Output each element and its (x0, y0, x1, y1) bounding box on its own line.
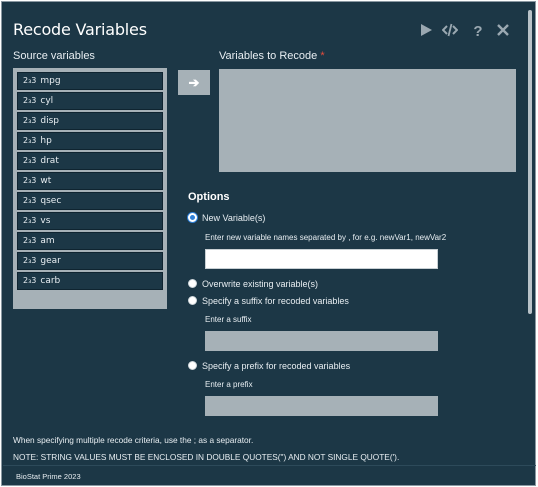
list-item-carb[interactable]: 2₃3 carb (17, 272, 163, 290)
list-item-drat[interactable]: 2₃3 drat (17, 152, 163, 170)
suffix-hint: Enter a suffix (205, 315, 252, 324)
numeric-type-icon: 2₃3 (23, 116, 37, 125)
list-item-disp[interactable]: 2₃3 disp (17, 112, 163, 130)
list-item-wt[interactable]: 2₃3 wt (17, 172, 163, 190)
footer-divider (3, 465, 536, 466)
source-variables-label: Source variables (13, 50, 95, 62)
numeric-type-icon: 2₃3 (23, 136, 37, 145)
svg-text:?: ? (473, 23, 482, 38)
radio-prefix[interactable] (188, 361, 197, 370)
new-variable-hint: Enter new variable names separated by , … (205, 233, 447, 242)
help-icon[interactable]: ? (470, 22, 486, 38)
numeric-type-icon: 2₃3 (23, 156, 37, 165)
options-heading: Options (188, 191, 230, 203)
footer-text: BioStat Prime 2023 (16, 472, 81, 481)
move-right-button[interactable]: ➔ (178, 70, 210, 95)
list-item-mpg[interactable]: 2₃3 mpg (17, 72, 163, 90)
radio-new-variable-label: New Variable(s) (202, 213, 266, 223)
radio-new-variable[interactable] (188, 213, 197, 222)
numeric-type-icon: 2₃3 (23, 216, 37, 225)
list-item-hp[interactable]: 2₃3 hp (17, 132, 163, 150)
prefix-input[interactable] (205, 396, 438, 416)
prefix-hint: Enter a prefix (205, 380, 253, 389)
variables-to-recode-label: Variables to Recode * (219, 50, 325, 62)
numeric-type-icon: 2₃3 (23, 236, 37, 245)
list-item-gear[interactable]: 2₃3 gear (17, 252, 163, 270)
required-mark: * (320, 50, 325, 62)
numeric-type-icon: 2₃3 (23, 76, 37, 85)
numeric-type-icon: 2₃3 (23, 276, 37, 285)
radio-overwrite[interactable] (188, 279, 197, 288)
scrollbar[interactable] (528, 10, 532, 314)
numeric-type-icon: 2₃3 (23, 96, 37, 105)
new-variable-input[interactable] (205, 249, 438, 269)
list-item-cyl[interactable]: 2₃3 cyl (17, 92, 163, 110)
numeric-type-icon: 2₃3 (23, 196, 37, 205)
radio-suffix-label: Specify a suffix for recoded variables (202, 296, 349, 306)
variables-to-recode-list[interactable] (219, 69, 516, 172)
close-icon[interactable] (495, 22, 511, 38)
arrow-right-icon: ➔ (188, 75, 200, 90)
list-item-qsec[interactable]: 2₃3 qsec (17, 192, 163, 210)
numeric-type-icon: 2₃3 (23, 256, 37, 265)
list-item-vs[interactable]: 2₃3 vs (17, 212, 163, 230)
quotes-note: NOTE: STRING VALUES MUST BE ENCLOSED IN … (13, 452, 400, 462)
numeric-type-icon: 2₃3 (23, 176, 37, 185)
play-icon[interactable] (418, 22, 434, 38)
radio-overwrite-label: Overwrite existing variable(s) (202, 279, 319, 289)
radio-suffix[interactable] (188, 296, 197, 305)
list-item-am[interactable]: 2₃3 am (17, 232, 163, 250)
dialog-title: Recode Variables (13, 20, 147, 39)
source-variables-list[interactable]: 2₃3 mpg 2₃3 cyl 2₃3 disp 2₃3 hp 2₃3 drat 2₃3 w… (13, 68, 167, 309)
suffix-input[interactable] (205, 331, 438, 351)
code-icon[interactable] (442, 22, 458, 38)
radio-prefix-label: Specify a prefix for recoded variables (202, 361, 351, 371)
separator-note: When specifying multiple recode criteria… (13, 435, 254, 445)
dialog-window: Recode Variables ? Source variables 2₃3 m… (1, 1, 536, 486)
